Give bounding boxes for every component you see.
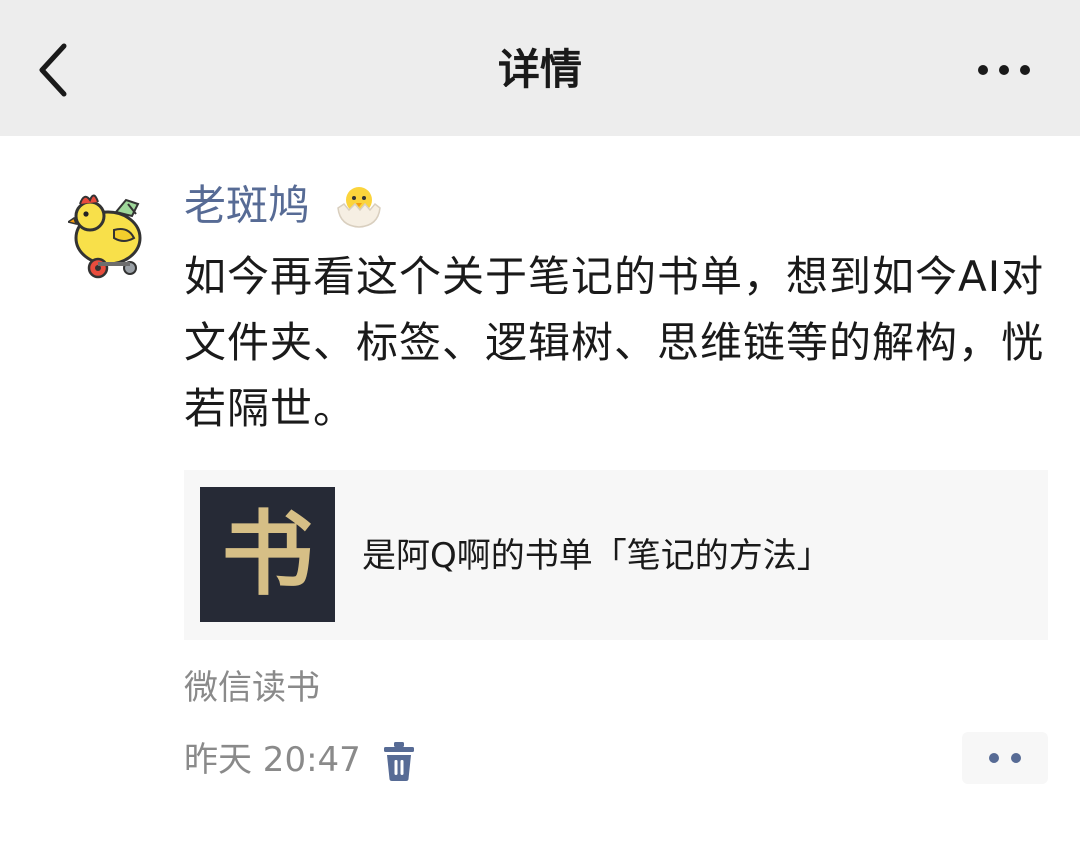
hatching-chick-icon <box>337 187 381 228</box>
shared-book-list-card[interactable]: 书 是阿Q啊的书单「笔记的方法」 <box>184 470 1048 640</box>
delete-button[interactable] <box>380 740 418 782</box>
two-dots-icon <box>989 753 999 763</box>
author-badge <box>334 180 384 230</box>
post-body-text: 如今再看这个关于笔记的书单，想到如今AI对文件夹、标签、逻辑树、思维链等的解构，… <box>184 252 1045 433</box>
source-app-label[interactable]: 微信读书 <box>184 660 320 716</box>
page-title: 详情 <box>497 45 582 94</box>
avatar[interactable] <box>66 186 148 282</box>
chick-avatar-icon <box>66 194 142 279</box>
chevron-left-icon <box>39 43 67 97</box>
more-dots-icon <box>978 65 988 75</box>
comment-like-action-button[interactable] <box>962 732 1048 784</box>
top-navigation-bar: 详情 <box>0 0 1080 136</box>
author-name[interactable]: 老斑鸠 <box>184 176 310 236</box>
more-options-button[interactable] <box>972 50 1036 90</box>
back-button[interactable] <box>30 38 78 102</box>
trash-icon <box>384 742 414 781</box>
post-timestamp: 昨天 20:47 <box>184 740 361 780</box>
book-list-title: 是阿Q啊的书单「笔记的方法」 <box>362 536 831 576</box>
book-cover: 书 <box>200 487 335 622</box>
